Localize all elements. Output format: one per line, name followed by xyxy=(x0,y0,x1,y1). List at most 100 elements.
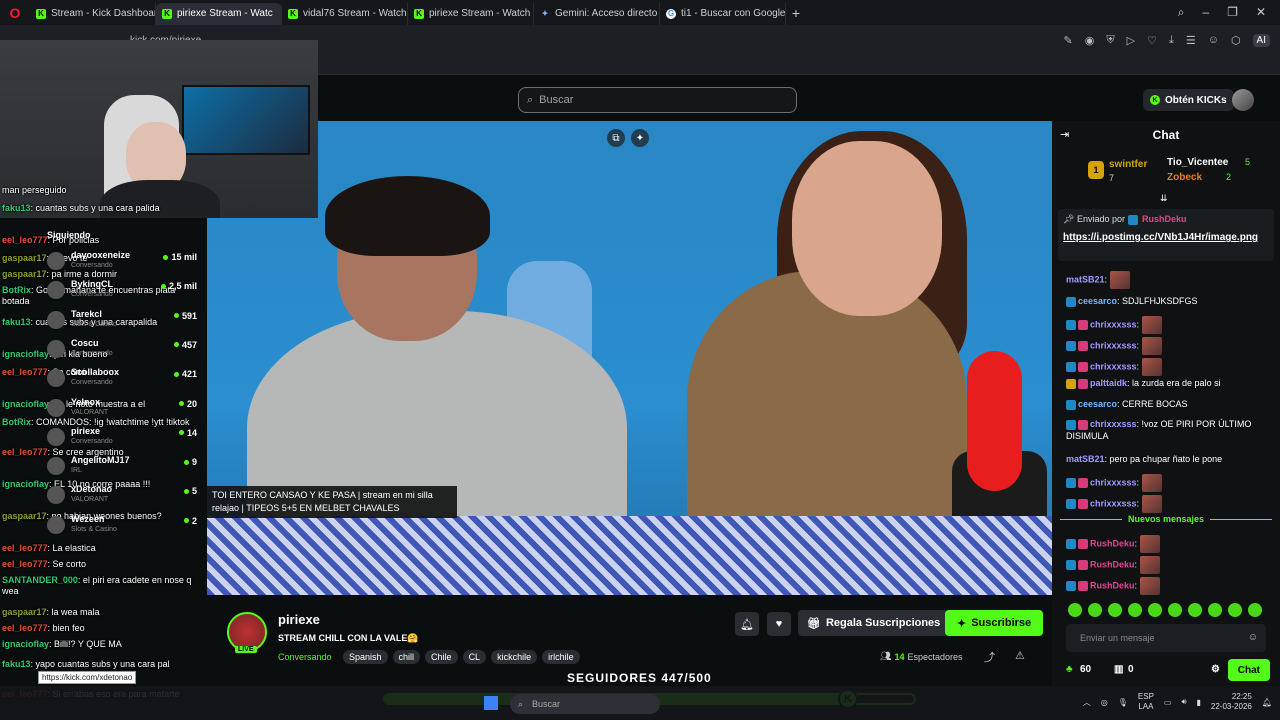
points-count[interactable]: 0 xyxy=(1128,664,1134,675)
leader-name-1[interactable]: swintfer xyxy=(1109,159,1147,170)
leader-name-3[interactable]: Zobeck xyxy=(1167,172,1202,183)
emoji-picker-icon[interactable]: ☺ xyxy=(1248,632,1258,643)
emote-icon[interactable] xyxy=(1248,603,1262,617)
gift-subs-button[interactable]: 🎁︎ Regala Suscripciones xyxy=(798,610,950,636)
browser-tab[interactable]: K Stream - Kick Dashboard xyxy=(30,2,156,25)
pinned-by-user[interactable]: RushDeku xyxy=(1142,214,1187,224)
send-chat-button[interactable]: Chat xyxy=(1227,659,1270,681)
browser-tab[interactable]: ✦ Gemini: Acceso directo a l xyxy=(534,2,660,25)
chat-username[interactable]: matSB21 xyxy=(1066,274,1105,284)
chat-username[interactable]: chrixxxsss xyxy=(1090,340,1137,350)
following-item[interactable]: davooxeneize Conversando 15 mil xyxy=(47,250,197,276)
clip-icon[interactable]: ✦ xyxy=(631,129,649,147)
clock[interactable]: 22:25 22-03-2026 xyxy=(1211,692,1252,712)
download-icon[interactable]: ⤓ xyxy=(1169,34,1174,47)
following-item[interactable]: piriexe Conversando 14 xyxy=(47,426,197,452)
browser-tab[interactable]: Kvidal76 Stream - Watch Li xyxy=(282,2,408,25)
minimize-button[interactable]: – xyxy=(1202,5,1209,20)
tag-chip[interactable]: Chile xyxy=(425,650,458,664)
emote-icon[interactable] xyxy=(1188,603,1202,617)
chat-username[interactable]: RushDeku xyxy=(1090,580,1135,590)
language-indicator[interactable]: ESP LAA xyxy=(1138,692,1154,712)
report-icon[interactable]: ⚠ xyxy=(1015,649,1025,662)
browser-tab[interactable]: Kpiriexe Stream - Watch Liv xyxy=(408,2,534,25)
chat-message-input[interactable]: Enviar un mensaje ☺ xyxy=(1066,624,1266,652)
pip-icon[interactable]: ⧉ xyxy=(607,129,625,147)
browser-tab[interactable]: Gti1 - Buscar con Google xyxy=(660,2,786,25)
notification-icon[interactable]: 🔔︎ xyxy=(1262,698,1272,707)
share-icon[interactable]: ⤴ xyxy=(984,649,995,665)
emote-icon[interactable] xyxy=(1108,603,1122,617)
chat-username[interactable]: RushDeku xyxy=(1090,559,1135,569)
search-input[interactable]: ⌕ Buscar xyxy=(518,87,797,113)
chat-username[interactable]: ceesarco xyxy=(1078,399,1117,409)
close-window-button[interactable]: ✕ xyxy=(1256,5,1266,20)
chat-username[interactable]: chrixxxsss xyxy=(1090,477,1137,487)
following-item[interactable]: Wezeen Slots & Casino 2 xyxy=(47,514,197,540)
browser-tab[interactable]: Kpirіexe Stream - Watc xyxy=(156,2,282,25)
expand-leaderboard-icon[interactable]: ⇊ xyxy=(1160,193,1168,204)
channel-name[interactable]: piriexe xyxy=(278,612,320,627)
emote-icon[interactable] xyxy=(1148,603,1162,617)
chat-username[interactable]: chrixxxsss xyxy=(1090,319,1137,329)
battery-icon[interactable]: ▮ xyxy=(1197,698,1201,707)
tag-chip[interactable]: chill xyxy=(392,650,421,664)
maximize-button[interactable]: ❐ xyxy=(1227,5,1238,20)
emote-icon[interactable] xyxy=(1168,603,1182,617)
tag-chip[interactable]: CL xyxy=(462,650,487,664)
chat-username[interactable]: chrixxxsss xyxy=(1090,361,1137,371)
emote-icon[interactable] xyxy=(1228,603,1242,617)
leader-name-2[interactable]: Tio_Vicentee xyxy=(1167,157,1228,168)
heart-icon[interactable]: ♡ xyxy=(1147,34,1157,47)
kicks-count[interactable]: 60 xyxy=(1080,664,1091,675)
tag-chip[interactable]: irlchile xyxy=(542,650,580,664)
microphone-icon[interactable]: 🎙︎ xyxy=(1118,698,1128,707)
extensions-icon[interactable]: ⬡ xyxy=(1231,34,1241,47)
following-item[interactable]: xDetonao VALORANT 5 xyxy=(47,484,197,510)
get-kicks-button[interactable]: K Obtén KICKs xyxy=(1143,89,1234,111)
emote-icon[interactable] xyxy=(1088,603,1102,617)
play-icon[interactable]: ▷ xyxy=(1127,34,1135,47)
following-item[interactable]: Yelnox VALORANT 20 xyxy=(47,397,197,423)
volume-icon[interactable]: 🔊︎ xyxy=(1181,697,1186,707)
tag-chip[interactable]: kickchile xyxy=(491,650,538,664)
following-item[interactable]: Tarekcl Slots & Casino 591 xyxy=(47,309,197,335)
menu-icon[interactable]: ☰ xyxy=(1186,34,1196,47)
tray-app-icon[interactable]: ◎ xyxy=(1101,698,1108,707)
opera-logo-icon[interactable]: O xyxy=(0,0,30,25)
network-icon[interactable]: ▭ xyxy=(1164,698,1172,707)
notification-bell-button[interactable]: 🔔︎ xyxy=(735,612,759,636)
following-item[interactable]: Scollaboox Conversando 421 xyxy=(47,367,197,393)
stream-category[interactable]: Conversando xyxy=(278,652,332,662)
new-tab-button[interactable]: + xyxy=(786,5,806,21)
user-avatar[interactable] xyxy=(1232,89,1254,111)
search-tabs-icon[interactable]: ⌕ xyxy=(1178,5,1185,20)
tray-chevron-icon[interactable]: ︿ xyxy=(1083,697,1091,708)
video-player[interactable]: ⧉ ✦ xyxy=(207,121,1052,595)
ai-button[interactable]: AI xyxy=(1252,33,1270,47)
subscribe-button[interactable]: ✦ Suscribirse xyxy=(945,610,1044,636)
emote-icon[interactable] xyxy=(1208,603,1222,617)
profile-icon[interactable]: ☺ xyxy=(1208,34,1219,46)
follow-heart-button[interactable]: ♥ xyxy=(767,612,791,636)
emote-icon[interactable] xyxy=(1068,603,1082,617)
camera-icon[interactable]: ◉ xyxy=(1085,34,1095,47)
chat-username[interactable]: chrixxxsss xyxy=(1090,498,1137,508)
pinned-link[interactable]: https://i.postimg.cc/VNb1J4Hr/image.png xyxy=(1063,231,1269,244)
emote-icon[interactable] xyxy=(1128,603,1142,617)
chat-username[interactable]: ceesarco xyxy=(1078,296,1117,306)
shield-icon[interactable]: ⛨ xyxy=(1106,34,1114,47)
taskbar-search[interactable]: ⌕ Buscar xyxy=(510,694,660,714)
chat-username[interactable]: matSB21 xyxy=(1066,454,1105,464)
chat-username[interactable]: chrixxxsss xyxy=(1090,419,1137,429)
following-item[interactable]: AngelitoMJ17 IRL 9 xyxy=(47,455,197,481)
chat-username[interactable]: palttaidk xyxy=(1090,378,1127,388)
windows-start-icon[interactable] xyxy=(484,696,498,710)
tag-chip[interactable]: Spanish xyxy=(343,650,388,664)
overlay-chat-text: man perseguido xyxy=(2,185,67,195)
chat-settings-icon[interactable]: ⚙ xyxy=(1211,664,1220,675)
chat-username[interactable]: RushDeku xyxy=(1090,538,1135,548)
following-item[interactable]: Coscu Conversando 457 xyxy=(47,338,197,364)
following-item[interactable]: BykingCL Conversando 2,5 mil xyxy=(47,279,197,305)
edit-icon[interactable]: ✎ xyxy=(1064,34,1073,47)
